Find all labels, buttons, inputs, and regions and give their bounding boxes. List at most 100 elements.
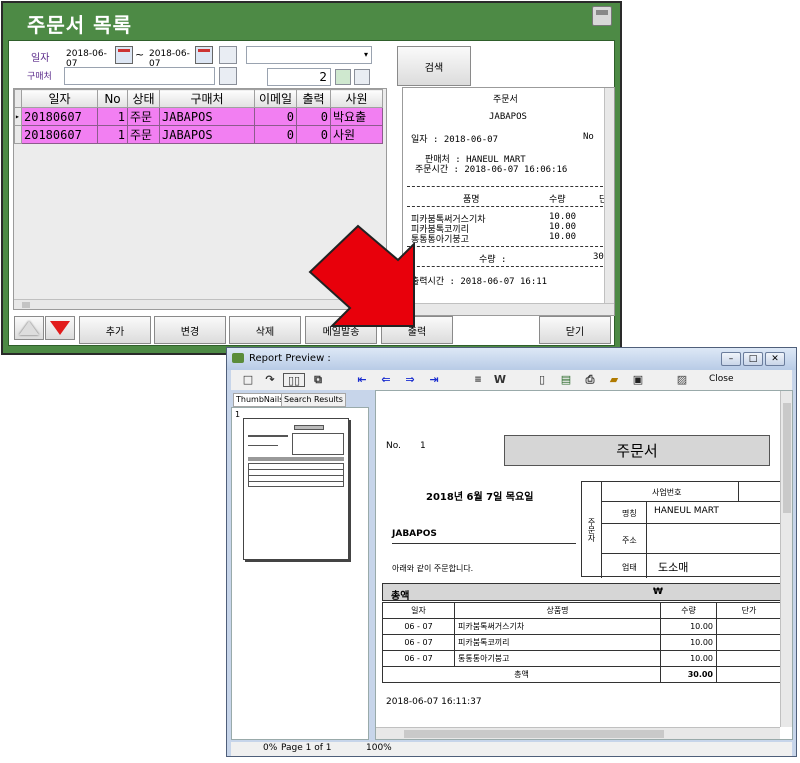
lookup-icon[interactable] xyxy=(219,46,237,64)
goto-page-icon[interactable]: ≡ xyxy=(471,373,485,387)
report-no-label: No. xyxy=(386,441,401,451)
grid-header-row: 일자 No 상태 구매처 이메일 출력 사원 xyxy=(14,89,383,108)
col-print[interactable]: 출력 xyxy=(296,89,331,108)
cell-buyer[interactable]: JABAPOS xyxy=(159,125,255,144)
total-band: 총액 ₩ xyxy=(382,583,782,602)
table-row[interactable]: 20180607 1 주문 JABAPOS 0 0 사원 xyxy=(14,125,383,144)
last-page-icon[interactable]: ⇥ xyxy=(427,373,441,387)
item-price xyxy=(716,618,782,635)
filter-dropdown[interactable]: ▾ xyxy=(246,46,372,64)
status-bar: 0% Page 1 of 1 100% xyxy=(231,742,792,756)
close-window-icon[interactable]: ✕ xyxy=(765,352,785,366)
report-footer-time: 2018-06-07 16:11:37 xyxy=(386,697,482,707)
prev-page-icon[interactable]: ⇐ xyxy=(379,373,393,387)
cell-print[interactable]: 0 xyxy=(296,125,331,144)
cell-no[interactable]: 1 xyxy=(97,125,128,144)
find-icon[interactable]: W xyxy=(493,373,507,387)
report-message: 아래와 같이 주문합니다. xyxy=(392,564,474,573)
thumb-page-number: 1 xyxy=(235,410,241,419)
sum-row: 총액 30.00 xyxy=(382,666,782,683)
receipt-item-qty: 10.00 xyxy=(549,212,577,222)
window-title: 주문서 목록 xyxy=(27,13,132,37)
print-icon[interactable]: ⎙ xyxy=(583,373,597,387)
export-icon[interactable]: ▤ xyxy=(559,373,573,387)
search-button[interactable]: 검색 xyxy=(397,46,471,86)
rotate-icon[interactable]: ↷ xyxy=(263,373,277,387)
date-to-field[interactable]: 2018-06-07 xyxy=(147,46,197,69)
cell-print[interactable]: 0 xyxy=(296,107,331,126)
scroll-thumb[interactable] xyxy=(22,302,30,308)
maximize-icon[interactable]: □ xyxy=(743,352,763,366)
edit-button[interactable]: 변경 xyxy=(154,316,226,344)
status-progress: 0% xyxy=(263,743,278,753)
item-date: 06 - 07 xyxy=(382,618,455,635)
cell-date[interactable]: 20180607 xyxy=(21,107,98,126)
close-preview-button[interactable]: Close xyxy=(709,374,734,384)
minimize-icon[interactable]: – xyxy=(721,352,741,366)
next-page-icon[interactable]: ⇒ xyxy=(403,373,417,387)
printer-icon[interactable] xyxy=(354,69,370,85)
buyer-input[interactable] xyxy=(64,67,215,85)
multi-page-icon[interactable]: ⧉ xyxy=(311,373,325,387)
status-page: Page 1 of 1 xyxy=(281,743,332,753)
save-icon[interactable]: ▣ xyxy=(631,373,645,387)
page-thumbnail[interactable] xyxy=(243,418,349,560)
scroll-thumb[interactable] xyxy=(783,403,791,513)
cell-email[interactable]: 0 xyxy=(254,107,297,126)
status-zoom: 100% xyxy=(366,743,392,753)
preview-horizontal-scrollbar[interactable] xyxy=(376,727,780,739)
move-up-button[interactable] xyxy=(14,316,44,340)
cell-employee[interactable]: 사원 xyxy=(330,125,383,144)
cell-status[interactable]: 주문 xyxy=(127,107,160,126)
receipt-date: 일자 : 2018-06-07 xyxy=(411,135,499,145)
date-from-field[interactable]: 2018-06-07 xyxy=(64,46,114,69)
item-price xyxy=(716,634,782,651)
two-page-icon[interactable]: ▯▯ xyxy=(283,373,305,387)
tab-search-results[interactable]: Search Results xyxy=(281,393,346,407)
close-button[interactable]: 닫기 xyxy=(539,316,611,344)
report-page-area: No. 1 주문서 2018년 6월 7일 목요일 JABAPOS 아래와 같이… xyxy=(375,390,793,740)
open-folder-icon[interactable]: ▰ xyxy=(607,373,621,387)
field-type-label: 업태 xyxy=(622,563,637,572)
tab-thumbnails[interactable]: ThumbNails xyxy=(233,393,287,407)
cell-no[interactable]: 1 xyxy=(97,107,128,126)
calendar-from-icon[interactable] xyxy=(115,46,133,64)
col-date: 일자 xyxy=(382,602,455,619)
cell-status[interactable]: 주문 xyxy=(127,125,160,144)
col-date[interactable]: 일자 xyxy=(21,89,98,108)
report-buyer: JABAPOS xyxy=(392,529,437,539)
first-page-icon[interactable]: ⇤ xyxy=(355,373,369,387)
underline xyxy=(392,543,576,544)
excel-icon[interactable] xyxy=(335,69,351,85)
col-no[interactable]: No xyxy=(97,89,128,108)
table-row[interactable]: ▸ 20180607 1 주문 JABAPOS 0 0 박요출 xyxy=(14,107,383,126)
count-field: 2 xyxy=(267,68,331,86)
col-qty: 수량 xyxy=(660,602,717,619)
row-header-corner xyxy=(14,89,22,108)
single-page-icon[interactable]: □ xyxy=(241,373,255,387)
col-price: 단가 xyxy=(716,602,782,619)
add-button[interactable]: 추가 xyxy=(79,316,151,344)
buyer-label: 구매처 xyxy=(27,72,52,82)
row-pointer-icon: ▸ xyxy=(14,107,22,126)
item-date: 06 - 07 xyxy=(382,634,455,651)
receipt-vertical-scrollbar[interactable] xyxy=(604,88,614,303)
preview-vertical-scrollbar[interactable] xyxy=(780,391,792,727)
cell-date[interactable]: 20180607 xyxy=(21,125,98,144)
calendar-to-icon[interactable] xyxy=(195,46,213,64)
col-employee[interactable]: 사원 xyxy=(330,89,383,108)
sum-price xyxy=(716,666,782,683)
buyer-lookup-icon[interactable] xyxy=(219,67,237,85)
calculator-icon[interactable] xyxy=(592,6,612,26)
cell-buyer[interactable]: JABAPOS xyxy=(159,107,255,126)
col-buyer[interactable]: 구매처 xyxy=(159,89,255,108)
move-down-button[interactable] xyxy=(45,316,75,340)
new-document-icon[interactable]: ▯ xyxy=(535,373,549,387)
cell-employee[interactable]: 박요출 xyxy=(330,107,383,126)
delete-button[interactable]: 삭제 xyxy=(229,316,301,344)
cell-email[interactable]: 0 xyxy=(254,125,297,144)
help-icon[interactable]: ▨ xyxy=(675,373,689,387)
col-email[interactable]: 이메일 xyxy=(254,89,297,108)
col-status[interactable]: 상태 xyxy=(127,89,160,108)
scroll-thumb[interactable] xyxy=(404,730,664,738)
